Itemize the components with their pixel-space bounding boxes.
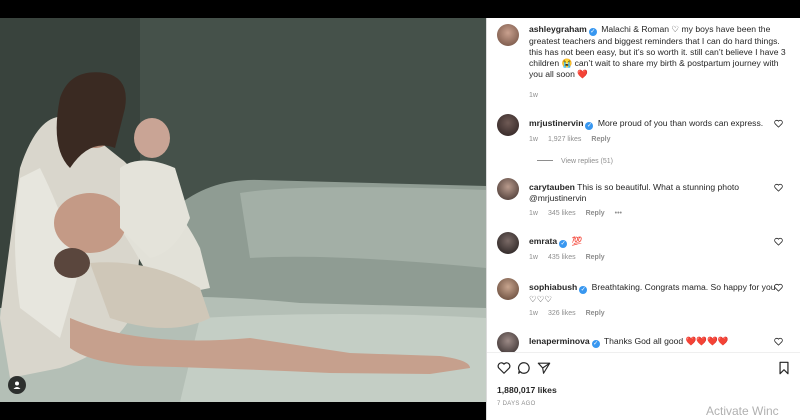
comment-row: mrjustinervin ✓ More proud of you than wo… (497, 114, 791, 184)
post-timestamp: 7 DAYS AGO (497, 401, 536, 407)
comment-text: More proud of you than words can express… (597, 118, 764, 128)
comment-icon[interactable] (517, 361, 531, 375)
reply-button[interactable]: Reply (586, 310, 605, 317)
caption-row: ashleygraham ✓ Malachi & Roman ♡ my boys … (497, 24, 791, 100)
comment-row: carytauben This is so beautiful. What a … (497, 178, 791, 228)
reply-button[interactable]: Reply (591, 136, 610, 143)
comments-panel: ashleygraham ✓ Malachi & Roman ♡ my boys … (486, 18, 800, 420)
comment-likes[interactable]: 345 likes (548, 210, 576, 217)
comment-row: sophiabush ✓ Breathtaking. Congrats mama.… (497, 278, 791, 328)
comment-likes[interactable]: 326 likes (548, 310, 576, 317)
avatar[interactable] (497, 24, 519, 46)
comment-row: lenaperminova ✓ Thanks God all good ❤️❤️❤… (497, 332, 791, 352)
comment-username[interactable]: sophiabush (529, 282, 577, 292)
bookmark-icon[interactable] (777, 361, 791, 375)
activate-windows-watermark: Activate Winc (706, 404, 779, 418)
like-count[interactable]: 1,880,017 likes (497, 385, 557, 395)
comment-time: 1w (529, 254, 538, 261)
verified-badge-icon: ✓ (588, 28, 597, 36)
avatar[interactable] (497, 114, 519, 136)
view-replies-label: View replies (51) (561, 158, 614, 165)
like-comment-heart-icon[interactable] (774, 119, 783, 128)
bottom-black-band (0, 402, 486, 420)
comment-username[interactable]: emrata (529, 236, 557, 246)
comment-username[interactable]: mrjustinervin (529, 118, 583, 128)
comments-list[interactable]: ashleygraham ✓ Malachi & Roman ♡ my boys … (487, 18, 800, 352)
comment-time: 1w (529, 310, 538, 317)
avatar[interactable] (497, 332, 519, 352)
post-photo[interactable] (0, 18, 486, 402)
comment-text: Thanks God all good ❤️❤️❤️❤️ (603, 336, 729, 346)
caption-meta: 1w (529, 92, 548, 99)
like-comment-heart-icon[interactable] (774, 183, 783, 192)
view-replies-button[interactable]: View replies (51) (537, 158, 613, 165)
divider-line (537, 160, 553, 161)
comment-time: 1w (529, 210, 538, 217)
verified-badge-icon: ✓ (585, 122, 594, 130)
avatar[interactable] (497, 278, 519, 300)
comment-meta: 1w 1,927 likes Reply (529, 136, 620, 143)
avatar[interactable] (497, 232, 519, 254)
comment-meta: 1w 326 likes Reply (529, 310, 615, 317)
avatar[interactable] (497, 178, 519, 200)
caption-time: 1w (529, 92, 538, 99)
reply-button[interactable]: Reply (586, 210, 605, 217)
like-comment-heart-icon[interactable] (774, 237, 783, 246)
comment-username[interactable]: carytauben (529, 182, 575, 192)
user-tag-icon[interactable] (8, 376, 26, 394)
reply-button[interactable]: Reply (586, 254, 605, 261)
comment-meta: 1w 345 likes Reply ••• (529, 210, 632, 217)
panel-top-black-band (486, 0, 800, 18)
comment-text: 💯 (571, 236, 583, 246)
more-options-icon[interactable]: ••• (615, 210, 622, 217)
like-comment-heart-icon[interactable] (774, 283, 783, 292)
verified-badge-icon: ✓ (591, 340, 600, 348)
comment-username[interactable]: lenaperminova (529, 336, 590, 346)
share-icon[interactable] (537, 361, 551, 375)
comment-row: emrata ✓ 💯 1w 435 likes Reply (497, 232, 791, 272)
heart-icon[interactable] (497, 361, 511, 375)
caption-username[interactable]: ashleygraham (529, 24, 587, 34)
photo-illustration (0, 18, 486, 402)
verified-badge-icon: ✓ (579, 286, 588, 294)
verified-badge-icon: ✓ (559, 240, 568, 248)
like-comment-heart-icon[interactable] (774, 337, 783, 346)
comment-likes[interactable]: 1,927 likes (548, 136, 581, 143)
comment-time: 1w (529, 136, 538, 143)
comment-meta: 1w 435 likes Reply (529, 254, 615, 261)
comment-likes[interactable]: 435 likes (548, 254, 576, 261)
